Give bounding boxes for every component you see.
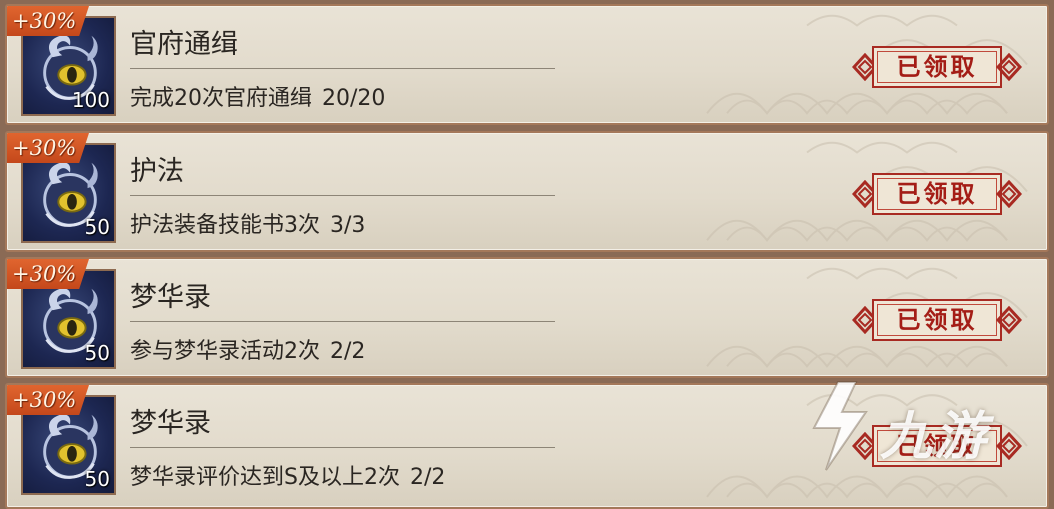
chinese-knot-icon (996, 306, 1022, 334)
task-description: 参与梦华录活动2次 2/2 (130, 333, 365, 365)
bonus-badge: +30% (7, 6, 89, 36)
task-progress: 2/2 (330, 339, 366, 364)
task-description-text: 完成20次官府通缉 (130, 86, 312, 111)
task-progress: 3/3 (330, 213, 366, 238)
claimed-label: 已领取 (896, 305, 978, 334)
bonus-badge: +30% (7, 385, 89, 415)
divider (130, 68, 555, 69)
task-title: 梦华录 (130, 408, 211, 439)
bonus-text: +30% (12, 9, 77, 33)
task-title: 梦华录 (130, 282, 211, 313)
claimed-button[interactable]: 已领取 (852, 425, 1022, 469)
task-description: 护法装备技能书3次 3/3 (130, 207, 365, 239)
bonus-text: +30% (12, 136, 77, 160)
claimed-button[interactable]: 已领取 (852, 299, 1022, 343)
task-description-text: 参与梦华录活动2次 (130, 339, 320, 364)
bonus-badge: +30% (7, 133, 89, 163)
chinese-knot-icon (996, 432, 1022, 460)
chinese-knot-icon (996, 53, 1022, 81)
chinese-knot-icon (996, 180, 1022, 208)
task-row: 50 +30% 梦华录 参与梦华录活动2次 2/2 已领取 (5, 257, 1049, 378)
task-progress: 2/2 (409, 465, 446, 490)
task-progress: 20/20 (322, 86, 386, 111)
task-list: 100 +30% 官府通缉 完成20次官府通缉 20/20 已领取 50 +30… (0, 0, 1054, 509)
reward-count: 100 (71, 88, 110, 112)
task-description-text: 梦华录评价达到S及以上2次 (130, 465, 400, 490)
claimed-button[interactable]: 已领取 (852, 46, 1022, 90)
task-row: 100 +30% 官府通缉 完成20次官府通缉 20/20 已领取 (5, 4, 1049, 125)
bonus-text: +30% (12, 262, 77, 286)
reward-count: 50 (84, 341, 110, 365)
claimed-label: 已领取 (896, 179, 978, 208)
reward-count: 50 (84, 215, 110, 239)
task-description: 梦华录评价达到S及以上2次 2/2 (130, 459, 445, 491)
reward-count: 50 (84, 467, 110, 491)
claimed-button[interactable]: 已领取 (852, 173, 1022, 217)
task-description-text: 护法装备技能书3次 (130, 213, 320, 238)
claimed-label: 已领取 (896, 52, 978, 81)
bonus-text: +30% (12, 388, 77, 412)
divider (130, 321, 555, 322)
claimed-label: 已领取 (896, 431, 978, 460)
bonus-badge: +30% (7, 259, 89, 289)
task-description: 完成20次官府通缉 20/20 (130, 80, 385, 112)
divider (130, 447, 555, 448)
task-row: 50 +30% 护法 护法装备技能书3次 3/3 已领取 (5, 131, 1049, 252)
divider (130, 195, 555, 196)
task-title: 官府通缉 (130, 29, 238, 60)
task-row: 50 +30% 梦华录 梦华录评价达到S及以上2次 2/2 已领取 (5, 383, 1049, 509)
task-title: 护法 (130, 156, 184, 187)
